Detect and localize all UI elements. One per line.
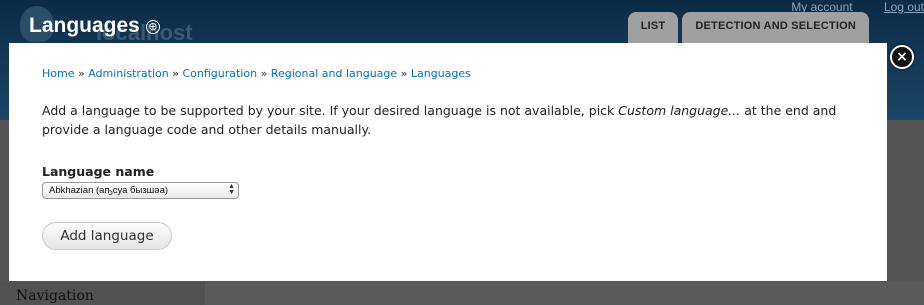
breadcrumb-regional-and-language[interactable]: Regional and language	[271, 67, 397, 80]
select-value: Abkhazian (аҧсуа бызшәа)	[49, 185, 169, 196]
select-arrows-icon: ▲ ▼	[228, 183, 235, 196]
breadcrumb-home[interactable]: Home	[42, 67, 74, 80]
breadcrumb-separator: »	[77, 67, 85, 80]
breadcrumb: Home » Administration » Configuration » …	[42, 67, 471, 80]
breadcrumb-separator: »	[260, 67, 268, 80]
close-icon[interactable]: ×	[890, 45, 914, 69]
help-text-start: Add a language to be supported by your s…	[42, 103, 619, 118]
breadcrumb-administration[interactable]: Administration	[88, 67, 169, 80]
tabs: LIST DETECTION AND SELECTION	[627, 12, 869, 43]
tab-list[interactable]: LIST	[627, 12, 679, 43]
log-out-link[interactable]: Log out	[884, 0, 924, 14]
help-text: Add a language to be supported by your s…	[42, 101, 852, 139]
page-title: Languages	[29, 14, 140, 37]
breadcrumb-separator: »	[172, 67, 179, 80]
language-name-label: Language name	[42, 164, 155, 179]
custom-language-emphasis: Custom language...	[618, 103, 741, 118]
tab-detection-and-selection[interactable]: DETECTION AND SELECTION	[682, 12, 869, 43]
language-name-select[interactable]: Abkhazian (аҧсуа бызшәа) ▲ ▼	[42, 182, 239, 199]
overlay-dialog: Home » Administration » Configuration » …	[9, 43, 887, 281]
breadcrumb-configuration[interactable]: Configuration	[182, 67, 257, 80]
add-language-button[interactable]: Add language	[42, 222, 172, 250]
add-shortcut-icon[interactable]: ⊕	[146, 20, 160, 34]
navigation-heading: Navigation	[16, 288, 94, 304]
breadcrumb-languages[interactable]: Languages	[411, 67, 471, 80]
breadcrumb-separator: »	[400, 67, 408, 80]
